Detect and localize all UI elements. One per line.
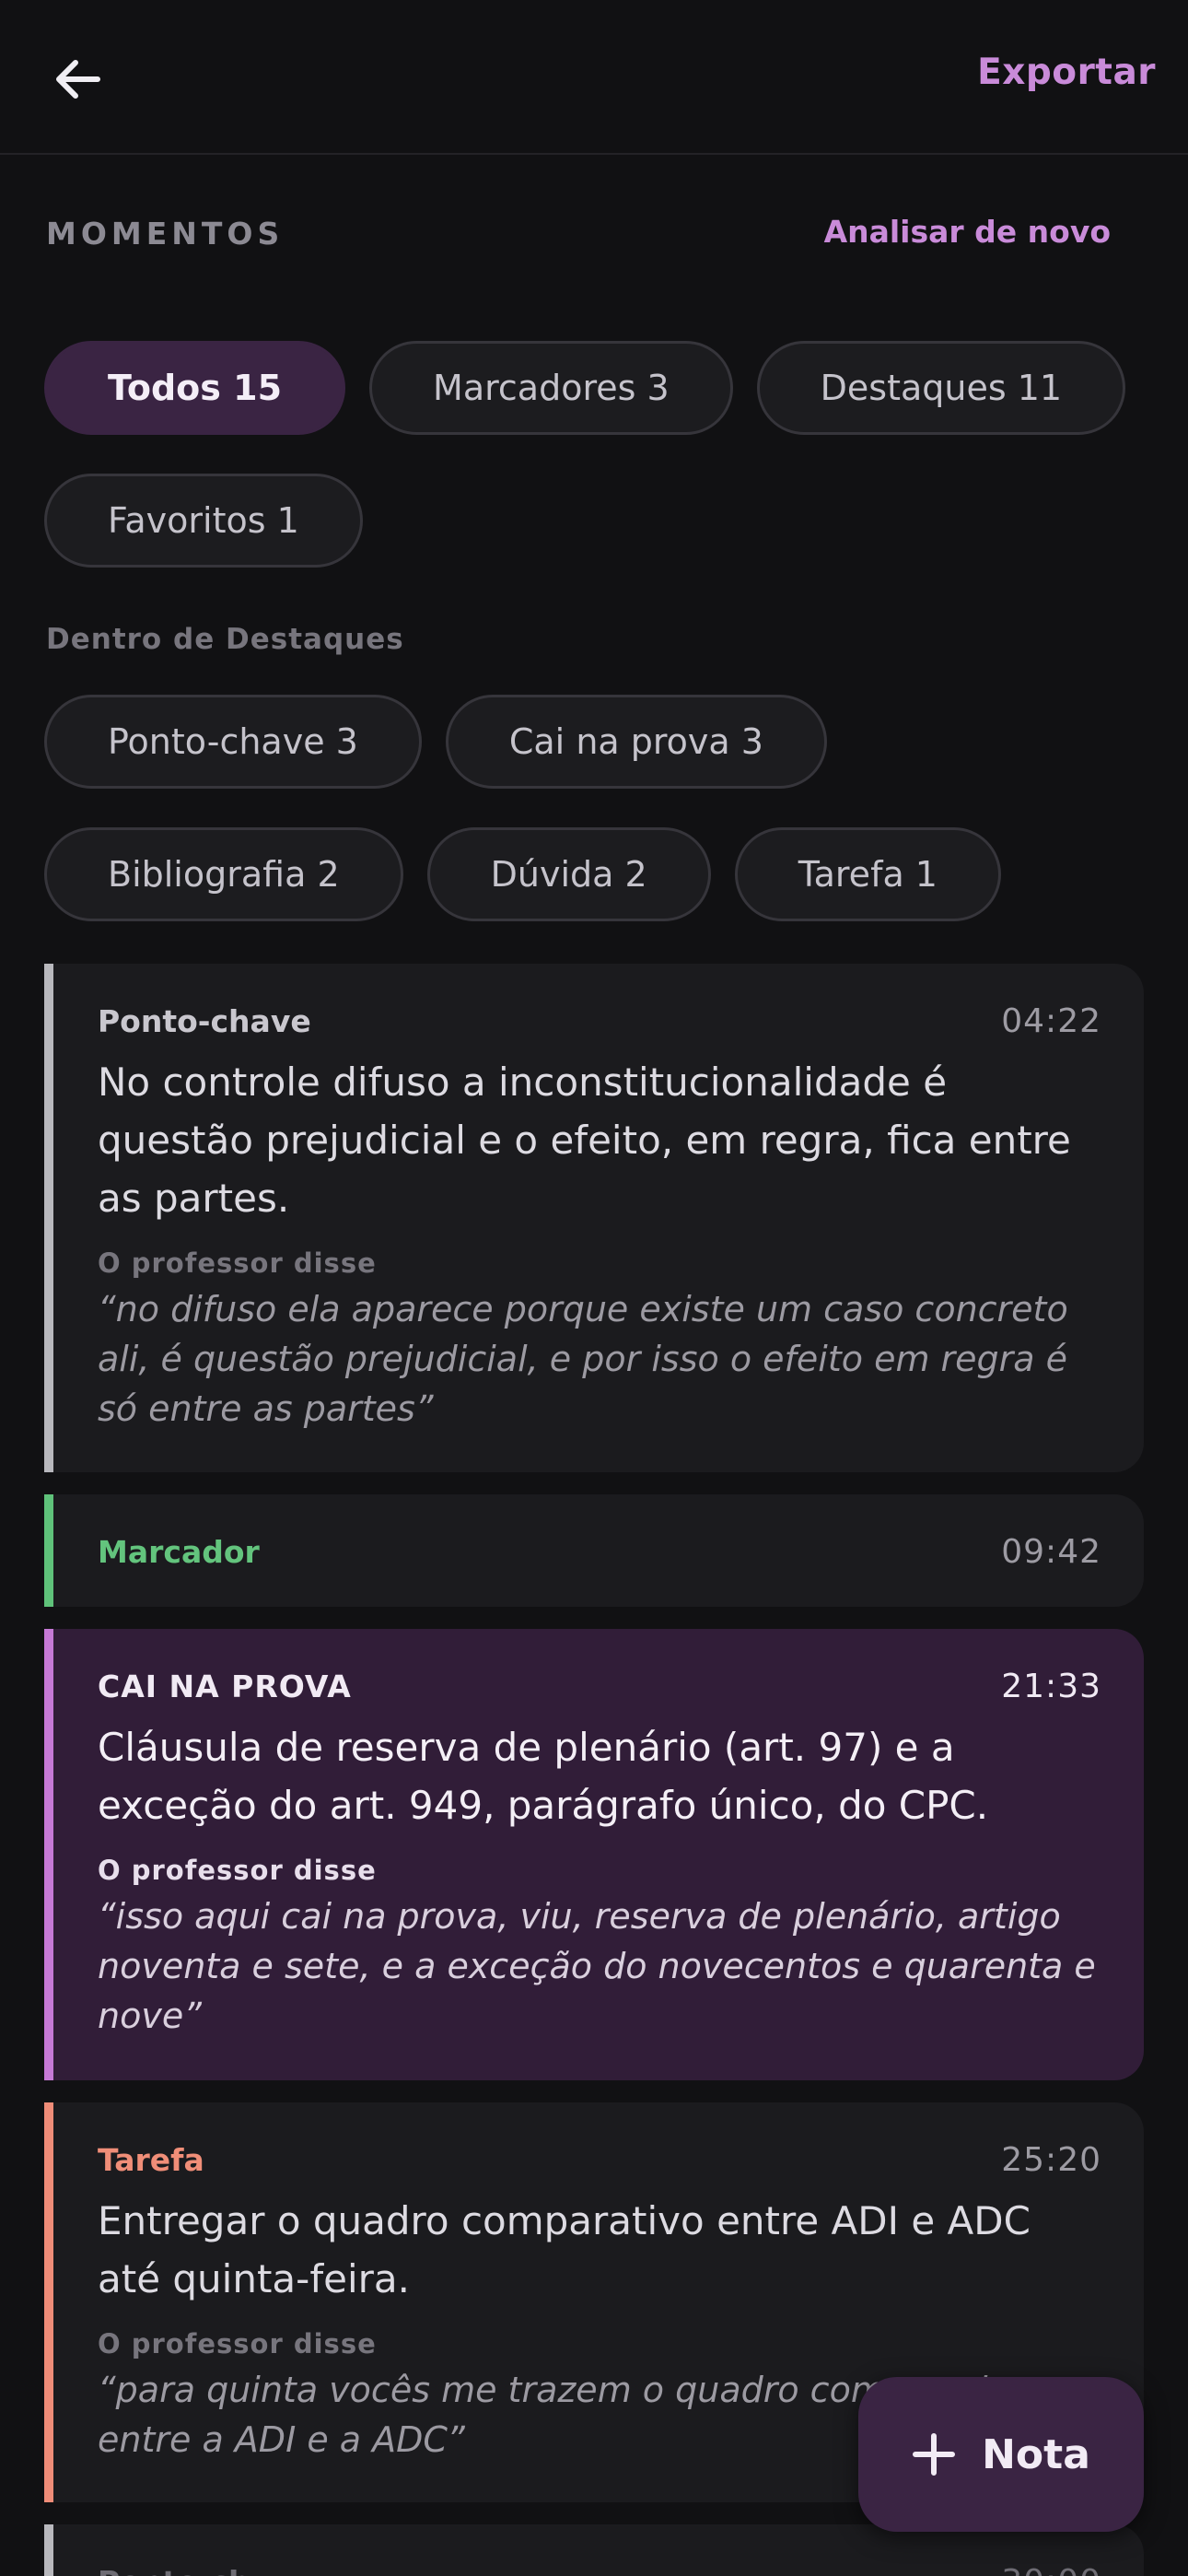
moment-body: No controle difuso a inconstitucionalida…: [98, 1060, 1071, 1221]
subfilter-row-2: Bibliografia 2 Dúvida 2 Tarefa 1: [44, 827, 1001, 921]
arrow-left-icon: [56, 60, 100, 99]
filter-chip-markers[interactable]: Marcadores 3: [369, 341, 733, 435]
filter-chip-favorites[interactable]: Favoritos 1: [44, 474, 363, 568]
moment-quote: “no difuso ela aparece porque existe um …: [98, 1289, 1068, 1429]
subfilter-label: Dentro de Destaques: [46, 623, 404, 656]
filter-chip-all[interactable]: Todos 15: [44, 341, 346, 435]
subfilter-chip-keypoint[interactable]: Ponto-chave 3: [44, 695, 422, 789]
moment-time[interactable]: 25:20: [1001, 2141, 1101, 2179]
moment-time[interactable]: 04:22: [1001, 1002, 1101, 1040]
quote-label: O professor disse: [98, 1855, 377, 1886]
add-note-label: Nota: [982, 2430, 1090, 2478]
subfilter-chip-exam[interactable]: Cai na prova 3: [445, 695, 827, 789]
quote-label: O professor disse: [98, 2328, 377, 2359]
moment-time[interactable]: 30:00: [1001, 2563, 1101, 2576]
plus-icon: [913, 2433, 956, 2476]
filter-chip-highlights[interactable]: Destaques 11: [756, 341, 1126, 435]
moment-kind: Tarefa: [98, 2142, 204, 2178]
moment-time[interactable]: 09:42: [1001, 1533, 1101, 1571]
filter-row-2: Favoritos 1: [44, 474, 363, 568]
moment-quote: “isso aqui cai na prova, viu, reserva de…: [98, 1896, 1096, 2036]
reanalyze-button[interactable]: Analisar de novo: [824, 214, 1111, 250]
moment-body: Cláusula de reserva de plenário (art. 97…: [98, 1725, 989, 1828]
subfilter-chip-bibliography[interactable]: Bibliografia 2: [44, 827, 403, 921]
export-button[interactable]: Exportar: [977, 52, 1156, 93]
moment-body: Entregar o quadro comparativo entre ADI …: [98, 2198, 1031, 2301]
top-bar: Exportar: [0, 0, 1188, 155]
moment-time[interactable]: 21:33: [1001, 1668, 1101, 1705]
filter-row-1: Todos 15 Marcadores 3 Destaques 11: [44, 341, 1126, 435]
section-title: MOMENTOS: [46, 216, 285, 252]
subfilter-chip-task[interactable]: Tarefa 1: [734, 827, 1001, 921]
moment-card[interactable]: Ponto-chave 04:22 No controle difuso a i…: [44, 964, 1144, 1472]
moments-screen: Exportar MOMENTOS Analisar de novo Todos…: [0, 0, 1188, 2576]
moment-card[interactable]: Marcador 09:42: [44, 1494, 1144, 1607]
moment-card[interactable]: Ponto-ch 30:00: [44, 2524, 1144, 2576]
quote-label: O professor disse: [98, 1247, 377, 1279]
moment-kind: Ponto-chave: [98, 1003, 311, 1039]
subfilter-chip-doubt[interactable]: Dúvida 2: [426, 827, 711, 921]
moment-kind: Ponto-ch: [98, 2564, 250, 2576]
moment-kind: Marcador: [98, 1534, 260, 1570]
subfilter-row-1: Ponto-chave 3 Cai na prova 3: [44, 695, 827, 789]
add-note-button[interactable]: Nota: [858, 2377, 1144, 2532]
moment-card[interactable]: CAI NA PROVA 21:33 Cláusula de reserva d…: [44, 1629, 1144, 2080]
moment-kind: CAI NA PROVA: [98, 1669, 352, 1704]
back-button[interactable]: [42, 44, 112, 114]
